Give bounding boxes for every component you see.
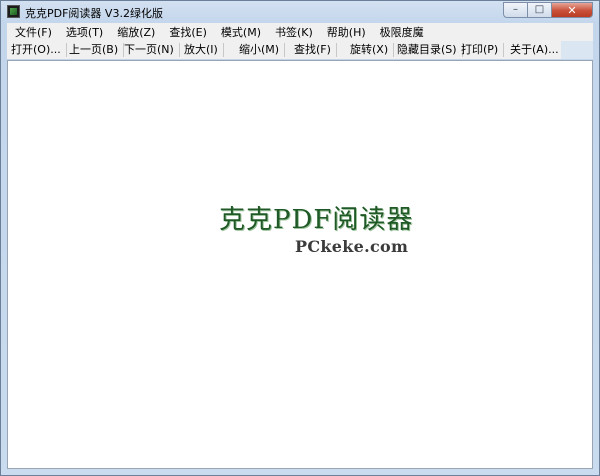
menu-file[interactable]: 文件(F) (7, 24, 58, 40)
minimize-button[interactable]: – (503, 2, 527, 18)
toolbar-empty-area (561, 41, 593, 59)
app-window: 克克PDF阅读器 V3.2绿化版 – □ ✕ 文件(F) 选项(T) 缩放(Z)… (0, 0, 600, 476)
toolbar: 打开(O)... 上一页(B) 下一页(N) 放大(I) 缩小(M) 查找(F)… (7, 41, 593, 59)
logo-url: PCkeke.com (295, 237, 409, 256)
menu-options[interactable]: 选项(T) (58, 24, 109, 40)
menu-help[interactable]: 帮助(H) (319, 24, 372, 40)
open-button[interactable]: 打开(O)... (11, 41, 67, 59)
find-button[interactable]: 查找(F) (294, 41, 337, 59)
zoom-out-button[interactable]: 缩小(M) (239, 41, 286, 59)
prev-page-button[interactable]: 上一页(B) (69, 41, 125, 59)
menu-bookmarks[interactable]: 书签(K) (267, 24, 319, 40)
caption-buttons: – □ ✕ (503, 2, 593, 18)
menu-zoom[interactable]: 缩放(Z) (109, 24, 161, 40)
maximize-button[interactable]: □ (527, 2, 551, 18)
print-button[interactable]: 打印(P) (461, 41, 505, 59)
close-icon: ✕ (567, 3, 577, 17)
menu-bar: 文件(F) 选项(T) 缩放(Z) 查找(E) 模式(M) 书签(K) 帮助(H… (7, 23, 593, 41)
menu-find[interactable]: 查找(E) (161, 24, 213, 40)
maximize-icon: □ (534, 4, 545, 15)
menu-extra[interactable]: 极限度魔 (372, 24, 430, 40)
next-page-button[interactable]: 下一页(N) (124, 41, 180, 59)
window-title: 克克PDF阅读器 V3.2绿化版 (25, 7, 163, 20)
rotate-button[interactable]: 旋转(X) (350, 41, 395, 59)
app-icon[interactable] (7, 5, 20, 18)
document-view[interactable]: 克克PDF阅读器 PCkeke.com (7, 60, 593, 469)
close-button[interactable]: ✕ (551, 2, 593, 18)
toggle-toc-button[interactable]: 隐藏目录(S) (397, 41, 463, 59)
menu-mode[interactable]: 模式(M) (213, 24, 267, 40)
about-button[interactable]: 关于(A)... (510, 41, 565, 59)
zoom-in-button[interactable]: 放大(I) (184, 41, 224, 59)
minimize-icon: – (513, 4, 518, 15)
logo-title: 克克PDF阅读器 (219, 205, 414, 235)
title-bar[interactable]: 克克PDF阅读器 V3.2绿化版 – □ ✕ (1, 1, 599, 23)
